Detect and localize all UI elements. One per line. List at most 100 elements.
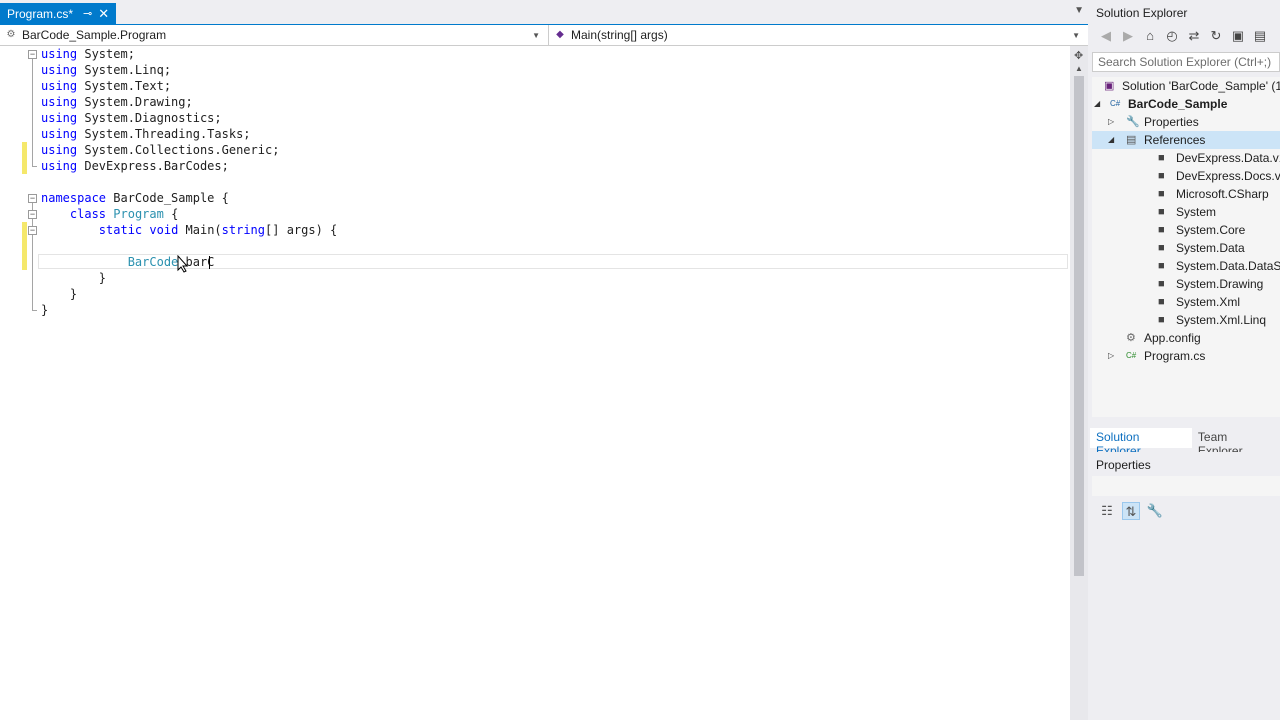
code-line[interactable]: using System;	[41, 46, 135, 62]
code-line[interactable]: using System.Collections.Generic;	[41, 142, 279, 158]
tree-item[interactable]: ■ Microsoft.CSharp	[1092, 185, 1280, 203]
code-line[interactable]: }	[41, 302, 48, 318]
tree-item[interactable]: ■ System.Data	[1092, 239, 1280, 257]
tab-team-explorer[interactable]: Team Explorer	[1192, 428, 1280, 458]
code-line[interactable]: using System.Diagnostics;	[41, 110, 222, 126]
tree-item-label: DevExpress.Docs.v1	[1176, 169, 1280, 183]
collapse-icon[interactable]: −	[28, 226, 37, 235]
editor-gutter: − − − −	[0, 46, 38, 720]
collapse-icon[interactable]: −	[28, 194, 37, 203]
code-line[interactable]: }	[41, 270, 106, 286]
collapsed-arrow-icon[interactable]: ▷	[1108, 347, 1114, 365]
tree-item[interactable]: ▣ Solution 'BarCode_Sample' (1	[1092, 77, 1280, 95]
sync-icon[interactable]: ⇄	[1186, 28, 1202, 44]
collapsed-arrow-icon[interactable]: ▷	[1108, 113, 1114, 131]
tree-item-label: App.config	[1144, 331, 1201, 345]
code-line[interactable]: using System.Text;	[41, 78, 171, 94]
tree-item-label: Properties	[1144, 115, 1199, 129]
tree-item[interactable]: ■ System.Drawing	[1092, 275, 1280, 293]
tree-item[interactable]: ■ System.Data.DataSe	[1092, 257, 1280, 275]
assembly-icon: ■	[1158, 242, 1165, 254]
code-token: namespace	[41, 191, 107, 205]
close-icon[interactable]: ✕	[98, 6, 109, 22]
scrollbar-thumb[interactable]	[1074, 76, 1084, 576]
split-view-icon[interactable]: ✥	[1074, 49, 1083, 62]
code-token: System.Drawing;	[77, 95, 193, 109]
tree-item[interactable]: ◢ ▤ References	[1092, 131, 1280, 149]
categorized-icon[interactable]: ☷	[1098, 502, 1116, 520]
tree-item-label: Program.cs	[1144, 349, 1206, 363]
tree-item[interactable]: ■ System.Xml.Linq	[1092, 311, 1280, 329]
type-dropdown[interactable]: ⚙ BarCode_Sample.Program ▼	[4, 25, 544, 45]
tree-item[interactable]: ■ DevExpress.Data.v1	[1092, 149, 1280, 167]
scroll-up-icon[interactable]: ▲	[1075, 64, 1083, 73]
tree-item-label: DevExpress.Data.v1	[1176, 151, 1280, 165]
tree-item[interactable]: ■ System.Core	[1092, 221, 1280, 239]
tree-item[interactable]: ■ System.Xml	[1092, 293, 1280, 311]
change-marker	[22, 222, 27, 270]
expanded-arrow-icon[interactable]: ◢	[1108, 131, 1114, 149]
outline-end	[32, 166, 37, 167]
collapse-icon[interactable]: −	[28, 210, 37, 219]
tree-item-label: Microsoft.CSharp	[1176, 187, 1269, 201]
collapse-all-icon[interactable]: ▣	[1230, 28, 1246, 44]
member-dropdown[interactable]: ◆ Main(string[] args) ▼	[548, 25, 1084, 45]
code-line[interactable]: namespace BarCode_Sample {	[41, 190, 229, 206]
outline-end	[32, 310, 37, 311]
expanded-arrow-icon[interactable]: ◢	[1094, 95, 1100, 113]
property-pages-icon[interactable]: 🔧	[1146, 502, 1164, 520]
tab-solution-explorer[interactable]: Solution Explorer	[1090, 428, 1192, 458]
assembly-icon: ■	[1158, 278, 1165, 290]
code-token: using	[41, 111, 78, 125]
tree-item-label: System.Xml.Linq	[1176, 313, 1267, 327]
history-icon[interactable]: ◴	[1164, 28, 1180, 44]
code-line[interactable]: using DevExpress.BarCodes;	[41, 158, 229, 174]
method-icon: ◆	[556, 29, 564, 40]
alphabetical-icon[interactable]: ⇅	[1122, 502, 1140, 520]
editor-scrollbar[interactable]: ✥ ▲	[1070, 46, 1088, 720]
code-line[interactable]: class Program {	[41, 206, 178, 222]
code-line[interactable]: }	[41, 286, 77, 302]
outline-line	[32, 59, 33, 166]
tree-item-label: System.Data	[1176, 241, 1245, 255]
assembly-icon: ■	[1158, 170, 1165, 182]
home-icon[interactable]: ⌂	[1142, 28, 1158, 44]
code-token: using	[41, 95, 78, 109]
tree-item[interactable]: ◢ C# BarCode_Sample	[1092, 95, 1280, 113]
tree-item-label: System	[1176, 205, 1217, 219]
code-line[interactable]: using System.Drawing;	[41, 94, 193, 110]
tree-item[interactable]: ▷ 🔧 Properties	[1092, 113, 1280, 131]
tree-item[interactable]: ▷ C# Program.cs	[1092, 347, 1280, 365]
tree-item-label: Solution 'BarCode_Sample' (1	[1122, 79, 1280, 93]
properties-title: Properties	[1096, 458, 1151, 472]
code-token: using	[41, 47, 78, 61]
tab-program-cs[interactable]: Program.cs* ⊸ ✕	[0, 3, 116, 24]
solution-explorer-panel: Solution Explorer ◀ ▶ ⌂ ◴ ⇄ ↻ ▣ ▤ Search…	[1090, 0, 1280, 458]
show-all-icon[interactable]: ▤	[1252, 28, 1268, 44]
solution-explorer-toolbar: ◀ ▶ ⌂ ◴ ⇄ ↻ ▣ ▤	[1098, 28, 1268, 44]
tree-item[interactable]: ■ System	[1092, 203, 1280, 221]
refresh-icon[interactable]: ↻	[1208, 28, 1224, 44]
assembly-icon: ■	[1158, 260, 1165, 272]
chevron-down-icon: ▼	[532, 30, 540, 40]
pin-icon[interactable]: ⊸	[83, 7, 92, 20]
solution-tree[interactable]: ▣ Solution 'BarCode_Sample' (1 ◢ C# BarCode_…	[1092, 77, 1280, 417]
code-token: }	[41, 287, 78, 301]
tree-item[interactable]: ⚙ App.config	[1092, 329, 1280, 347]
tab-title: Program.cs*	[7, 6, 74, 21]
code-token: System.Threading.Tasks;	[77, 127, 251, 141]
tree-item-label: BarCode_Sample	[1128, 97, 1228, 111]
code-token: using	[41, 159, 78, 173]
back-icon[interactable]: ◀	[1098, 28, 1114, 44]
code-editor[interactable]: − − − − using System; using System.Linq; u…	[0, 46, 1070, 720]
tree-item[interactable]: ■ DevExpress.Docs.v1	[1092, 167, 1280, 185]
forward-icon[interactable]: ▶	[1120, 28, 1136, 44]
properties-object-selector[interactable]	[1092, 476, 1280, 496]
code-token: System.Collections.Generic;	[77, 143, 280, 157]
code-line[interactable]: using System.Threading.Tasks;	[41, 126, 251, 142]
code-line[interactable]: static void Main(string[] args) {	[41, 222, 337, 238]
search-input[interactable]: Search Solution Explorer (Ctrl+;)	[1092, 52, 1280, 72]
tab-list-dropdown-icon[interactable]: ▼	[1074, 5, 1084, 16]
code-line[interactable]: using System.Linq;	[41, 62, 171, 78]
collapse-icon[interactable]: −	[28, 50, 37, 59]
